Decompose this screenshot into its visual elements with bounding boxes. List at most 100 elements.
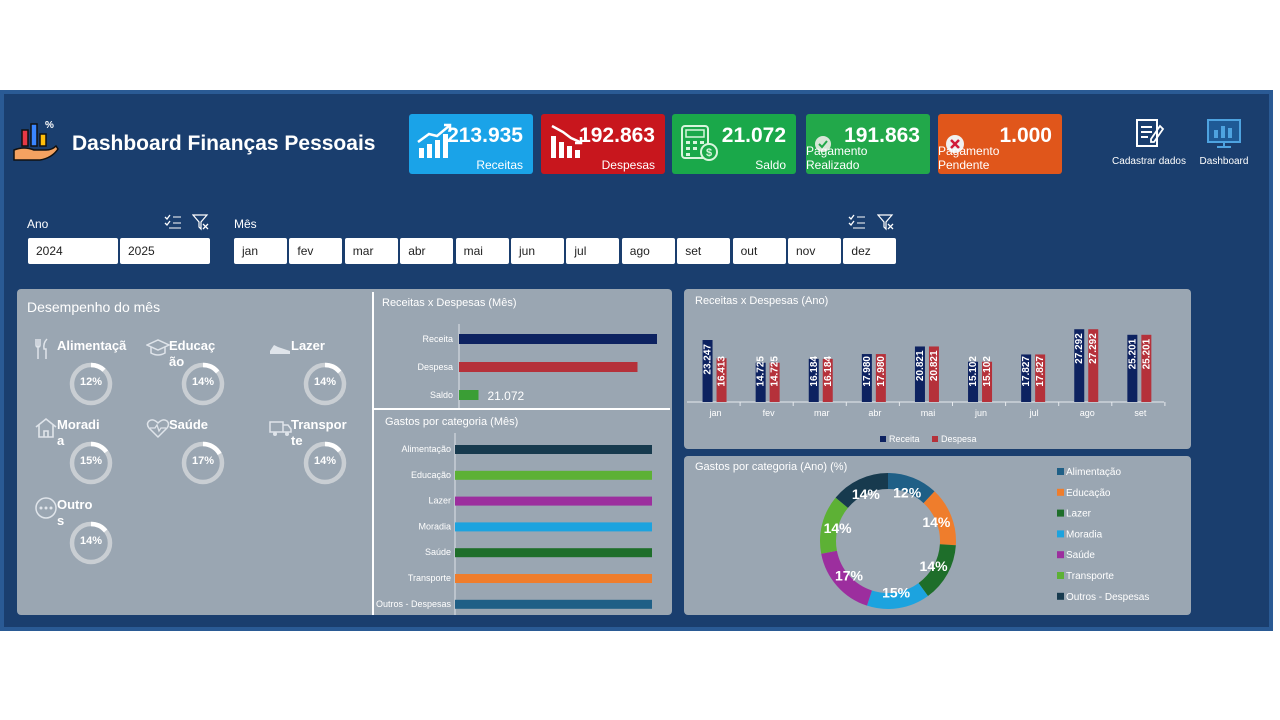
data-label: 23.247 xyxy=(703,344,714,375)
data-label: 16.184 xyxy=(823,356,834,387)
legend-swatch xyxy=(1057,592,1064,600)
legend-label: Alimentação xyxy=(1066,467,1121,478)
kpi-card-receitas: 213.935 Receitas xyxy=(409,114,533,174)
category-label: Lazer xyxy=(291,338,325,353)
category-progress-ring: 17% xyxy=(180,440,226,486)
kpi-card-pagamento-realizado: 191.863 Pagamento Realizado xyxy=(806,114,930,174)
bar xyxy=(459,390,479,400)
slice-label: 14% xyxy=(920,558,949,574)
nav-dashboard-button[interactable]: Dashboard xyxy=(1179,116,1269,167)
category-tick-label: Outros - Despesas xyxy=(376,599,452,609)
month-chip-set[interactable]: set xyxy=(677,238,731,264)
data-label: 27.292 xyxy=(1088,333,1099,364)
legend-swatch xyxy=(1057,468,1064,475)
svg-text:$: $ xyxy=(706,147,712,159)
bar xyxy=(455,522,652,532)
data-label: 25.201 xyxy=(1141,338,1152,369)
bar xyxy=(455,470,652,480)
month-chip-jul[interactable]: jul xyxy=(566,238,620,264)
legend-label: Receita xyxy=(889,434,920,444)
legend-swatch xyxy=(1057,572,1064,579)
category-progress-ring: 14% xyxy=(180,361,226,407)
month-chip-abr[interactable]: abr xyxy=(400,238,454,264)
chart-title: Receitas x Despesas (Ano) xyxy=(695,295,828,307)
data-label: 17.980 xyxy=(862,356,873,387)
category-tick-label: Lazer xyxy=(428,496,451,506)
kpi-card-despesas: 192.863 Despesas xyxy=(541,114,665,174)
kpi-value: 192.863 xyxy=(579,124,655,147)
data-label: 14.725 xyxy=(770,356,781,387)
category-tick-label: Despesa xyxy=(417,362,453,372)
kpi-label: Pagamento Pendente xyxy=(938,144,1000,172)
category-percent: 15% xyxy=(79,455,103,467)
month-chip-jan[interactable]: jan xyxy=(234,238,287,264)
year-chip-2024[interactable]: 2024 xyxy=(28,238,118,264)
category-tick-label: Saldo xyxy=(430,390,453,400)
month-chip-mar[interactable]: mar xyxy=(344,238,398,264)
category-progress-ring: 14% xyxy=(302,361,348,407)
multi-select-icon[interactable] xyxy=(848,214,866,230)
form-edit-icon xyxy=(1136,119,1165,147)
category-percent: 17% xyxy=(191,455,215,467)
legend-swatch xyxy=(1057,551,1064,559)
month-chip-out[interactable]: out xyxy=(732,238,786,264)
clear-filter-icon[interactable] xyxy=(877,214,895,231)
year-chip-2025[interactable]: 2025 xyxy=(120,238,210,264)
kpi-label: Receitas xyxy=(476,158,523,172)
data-label: 16.184 xyxy=(809,356,820,387)
bar xyxy=(459,362,638,372)
category-progress-ring: 14% xyxy=(302,440,348,486)
slice-label: 15% xyxy=(882,584,911,600)
panel-divider xyxy=(374,408,670,410)
month-chip-jun[interactable]: jun xyxy=(511,238,564,264)
bar xyxy=(455,548,652,558)
more-dots-icon xyxy=(35,497,57,519)
legend-swatch xyxy=(932,436,938,442)
data-label: 21.072 xyxy=(488,389,525,403)
x-tick-label: fev xyxy=(763,408,776,418)
category-percent: 14% xyxy=(191,376,215,388)
x-tick-label: jan xyxy=(709,408,722,418)
data-label: 20.821 xyxy=(915,350,926,381)
category-tick-label: Educação xyxy=(411,470,451,480)
data-label: 15.102 xyxy=(968,356,979,387)
category-tick-label: Alimentação xyxy=(401,444,451,454)
cutlery-icon xyxy=(35,338,48,359)
multi-select-icon[interactable] xyxy=(164,214,182,230)
x-tick-label: jul xyxy=(1029,408,1039,418)
graduation-cap-icon xyxy=(146,339,170,356)
category-label: Alimentação xyxy=(57,338,127,353)
nav-cadastrar-dados-label: Cadastrar dados xyxy=(1112,156,1186,167)
nav-dashboard-label: Dashboard xyxy=(1199,156,1249,167)
year-filter-label: Ano xyxy=(27,217,49,231)
data-label: 16.413 xyxy=(717,356,728,387)
legend-label: Outros - Despesas xyxy=(1066,592,1149,603)
month-income-expense-chart: Receitas x Despesas (Mês) Receita Despesa S… xyxy=(382,297,657,408)
kpi-label: Saldo xyxy=(755,158,786,172)
clear-filter-icon[interactable] xyxy=(192,214,210,231)
calculator-icon: $ xyxy=(681,125,718,161)
bar xyxy=(455,599,652,609)
data-label: 17.827 xyxy=(1021,356,1032,387)
data-label: 17.980 xyxy=(876,356,887,387)
x-tick-label: jun xyxy=(974,408,987,418)
month-chip-dez[interactable]: dez xyxy=(843,238,897,264)
month-chip-mai[interactable]: mai xyxy=(455,238,509,264)
month-chip-ago[interactable]: ago xyxy=(621,238,675,264)
page-title: Dashboard Finanças Pessoais xyxy=(72,132,376,155)
kpi-value: 213.935 xyxy=(447,124,523,147)
month-chip-fev[interactable]: fev xyxy=(289,238,343,264)
legend-swatch xyxy=(1057,530,1064,538)
legend-swatch xyxy=(1057,488,1064,496)
category-percent: 12% xyxy=(79,376,103,388)
category-progress-ring: 14% xyxy=(68,520,114,566)
slice-label: 14% xyxy=(922,514,951,530)
year-category-donut-chart: Gastos por categoria (Ano) (%)12%14%14%1… xyxy=(695,461,1149,609)
data-label: 27.292 xyxy=(1074,333,1085,364)
month-chip-nov[interactable]: nov xyxy=(788,238,841,264)
x-tick-label: mar xyxy=(814,408,830,418)
sneaker-icon xyxy=(270,345,290,354)
category-percent: 14% xyxy=(313,376,337,388)
slice-label: 17% xyxy=(835,567,864,583)
chart-title: Gastos por categoria (Ano) (%) xyxy=(695,461,847,473)
